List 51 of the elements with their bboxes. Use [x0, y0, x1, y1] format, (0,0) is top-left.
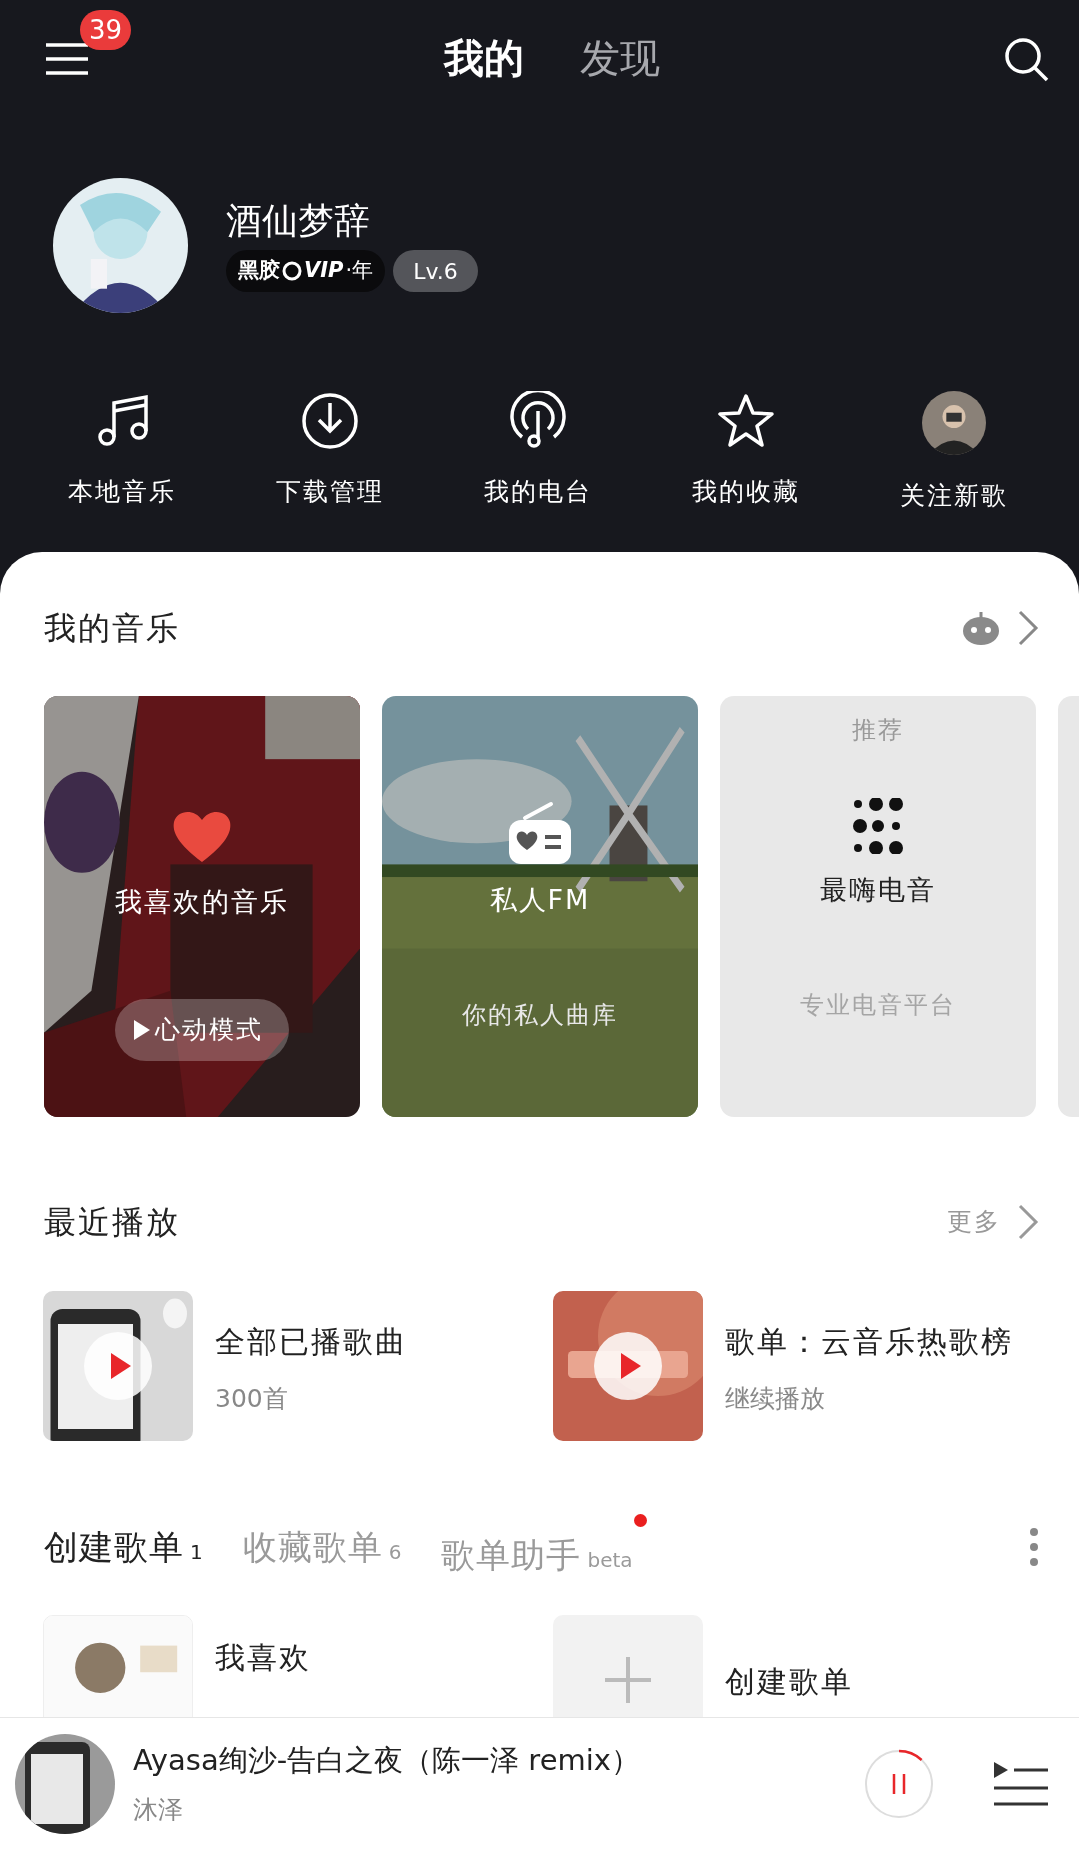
- more-button[interactable]: [1029, 1527, 1039, 1567]
- artist-name: 沐泽: [133, 1793, 184, 1826]
- vip-label: 黑胶: [238, 257, 280, 285]
- music-card[interactable]: 私人FM 你的私人曲库: [382, 696, 698, 1117]
- playlist-tab[interactable]: 创建歌单 1: [44, 1521, 203, 1573]
- shortcut-button[interactable]: 下载管理: [226, 391, 434, 511]
- radio-icon: [507, 800, 573, 866]
- level-badge: Lv.6: [393, 250, 478, 293]
- shortcut-button[interactable]: 我的收藏: [642, 391, 850, 511]
- play-icon: [133, 1018, 151, 1041]
- card-title: 我喜欢的音乐: [115, 885, 289, 919]
- play-button-icon[interactable]: [83, 1331, 153, 1401]
- play-button-icon[interactable]: [593, 1331, 663, 1401]
- download-icon: [300, 391, 360, 451]
- section-title: 最近播放: [44, 1202, 180, 1243]
- kebab-icon: [1029, 1527, 1039, 1567]
- tab[interactable]: 我的: [439, 34, 528, 82]
- vip-mark: VIP: [304, 257, 344, 285]
- shortcut-button[interactable]: 我的电台: [434, 391, 642, 511]
- card-subtitle: 你的私人曲库: [462, 999, 618, 1031]
- play-pause-button[interactable]: [863, 1747, 935, 1820]
- search-icon: [1002, 35, 1050, 83]
- item-title: 全部已播歌曲: [215, 1323, 407, 1361]
- music-card[interactable]: 推荐 最嗨电音 专业电音平台: [720, 696, 1036, 1117]
- vinyl-logo-icon: [282, 261, 302, 282]
- shortcut-button[interactable]: 关注新歌: [850, 391, 1058, 515]
- item-title: 创建歌单: [725, 1663, 853, 1701]
- tab[interactable]: 发现: [575, 34, 664, 82]
- card-tag: 推荐: [852, 712, 904, 748]
- dots-icon: [852, 798, 904, 854]
- song-title: Ayasa绚沙-告白之夜（陈一泽 remix）: [133, 1742, 641, 1779]
- card-title: 私人FM: [489, 883, 591, 917]
- chevron-icon: [1017, 608, 1039, 647]
- chevron-icon: [1017, 1203, 1039, 1241]
- user-name: 酒仙梦辞: [226, 198, 371, 243]
- item-title: 歌单：云音乐热歌榜: [725, 1323, 1013, 1361]
- vip-term: ·年: [345, 257, 374, 285]
- notification-badge: 39: [80, 10, 132, 50]
- item-subtitle: 继续播放: [725, 1383, 826, 1415]
- section-title: 我的音乐: [44, 607, 180, 649]
- card-subtitle: 专业电音平台: [800, 989, 956, 1021]
- card-title: 最嗨电音: [820, 873, 936, 907]
- plus-icon: [603, 1655, 653, 1705]
- mode-button[interactable]: 心动模式: [115, 998, 289, 1061]
- radio-icon: [508, 391, 568, 451]
- music-card[interactable]: 我喜欢的音乐 心动模式: [44, 696, 360, 1117]
- robot-icon: [961, 609, 1001, 646]
- item-subtitle: 300首: [215, 1383, 289, 1415]
- queue-icon: [992, 1759, 1050, 1808]
- shortcut-button[interactable]: 本地音乐: [18, 391, 226, 511]
- item-title: 我喜欢: [215, 1639, 311, 1677]
